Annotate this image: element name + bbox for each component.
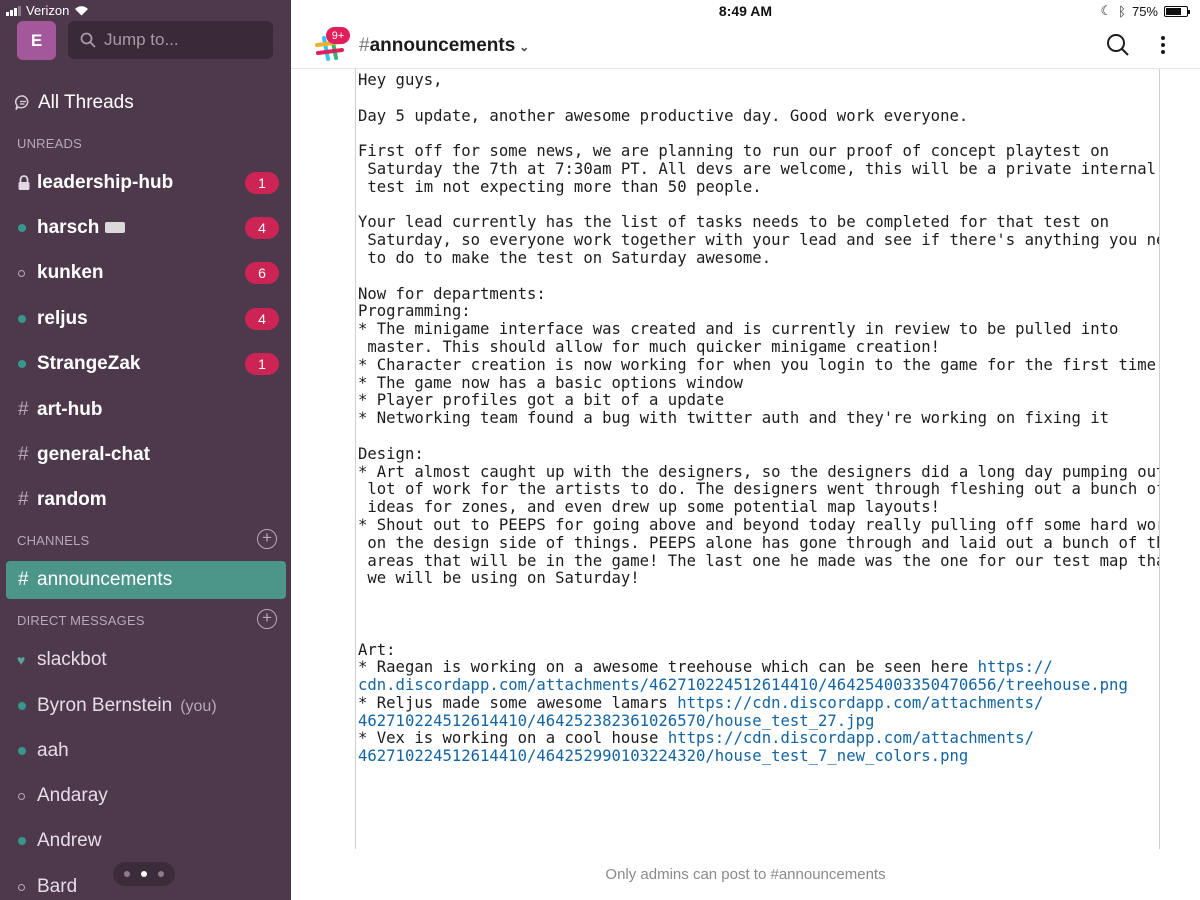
presence-away-icon [18, 792, 25, 800]
dm-name: reljus [37, 308, 88, 329]
channel-item-announcements[interactable]: # announcements [6, 561, 286, 599]
keyboard-emoji-icon [105, 222, 126, 234]
channels-section-label: CHANNELS [17, 533, 90, 548]
channel-item-leadership-hub[interactable]: leadership-hub 1 [17, 168, 279, 198]
presence-active-icon [18, 837, 26, 845]
dm-name: kunken [37, 262, 104, 283]
workspace-switcher[interactable]: E [17, 21, 56, 60]
add-channel-button[interactable]: + [257, 529, 277, 549]
unread-badge: 1 [245, 172, 279, 194]
message-body: Hey guys, Day 5 update, another awesome … [355, 69, 1160, 849]
lamars-link[interactable]: https://cdn.discordapp.com/attachments/ [677, 694, 1043, 712]
channel-item-general-chat[interactable]: # general-chat [17, 440, 279, 470]
dm-name: slackbot [37, 649, 107, 670]
notification-badge: 9+ [326, 27, 350, 44]
presence-away-icon [18, 883, 25, 891]
message-text: Hey guys, Day 5 update, another awesome … [358, 71, 1160, 766]
presence-active-icon [18, 360, 26, 368]
dm-item-aah[interactable]: aah [17, 736, 279, 766]
lamars-link-cont[interactable]: 462710224512614410/464252382361026570/ho… [358, 712, 874, 730]
unread-badge: 6 [245, 262, 279, 284]
carrier-label: Verizon [26, 3, 70, 18]
hash-icon: # [18, 444, 29, 465]
sidebar: Verizon E Jump to... All Threads UNREADS… [0, 0, 291, 900]
search-icon [80, 32, 96, 48]
main-panel: 8:49 AM ☾ ᛒ 75% 9+ #announcements ⌄ Hey g… [291, 0, 1200, 900]
unread-badge: 4 [245, 217, 279, 239]
hash-icon: # [18, 489, 29, 510]
treehouse-link[interactable]: https:// [978, 658, 1053, 676]
house-link[interactable]: https://cdn.discordapp.com/attachments/ [668, 729, 1034, 748]
chevron-down-icon: ⌄ [519, 40, 530, 54]
dm-item-byron-bernstein[interactable]: Byron Bernstein (you) [17, 691, 279, 721]
channel-name: art-hub [37, 399, 103, 420]
channel-hash: # [359, 35, 370, 56]
all-threads-label: All Threads [38, 92, 134, 113]
status-time: 8:49 AM [718, 3, 773, 19]
more-options-icon[interactable] [1158, 33, 1168, 57]
dm-item-harsch[interactable]: harsch 4 [17, 213, 279, 243]
unread-badge: 1 [245, 353, 279, 375]
dm-name: aah [37, 740, 69, 761]
page-indicator[interactable] [113, 862, 175, 886]
presence-away-icon [18, 269, 25, 277]
jump-to-search[interactable]: Jump to... [68, 21, 273, 59]
channel-name: general-chat [37, 444, 150, 465]
signal-icon [6, 5, 21, 16]
channel-name: random [37, 489, 107, 510]
dm-name: Andaray [37, 785, 108, 806]
wifi-icon [75, 6, 89, 16]
bluetooth-icon: ᛒ [1118, 3, 1126, 19]
jump-to-placeholder: Jump to... [104, 30, 179, 49]
unread-badge: 4 [245, 308, 279, 330]
presence-active-icon [18, 224, 26, 232]
dm-item-slackbot[interactable]: ♥ slackbot [17, 645, 279, 675]
heart-icon: ♥ [17, 652, 26, 668]
dm-item-strangezak[interactable]: StrangeZak 1 [17, 349, 279, 379]
all-threads-item[interactable]: All Threads [14, 90, 134, 116]
house-link-cont[interactable]: 462710224512614410/464252990103224320/ho… [358, 747, 968, 765]
channel-item-random[interactable]: # random [17, 485, 279, 515]
dm-item-reljus[interactable]: reljus 4 [17, 304, 279, 334]
channel-header-title[interactable]: #announcements ⌄ [359, 35, 529, 57]
dm-name: Andrew [37, 830, 102, 851]
dm-item-andrew[interactable]: Andrew [17, 826, 279, 856]
presence-active-icon [18, 747, 26, 755]
channel-name: announcements [37, 569, 173, 590]
hash-icon: # [18, 569, 29, 590]
dm-item-kunken[interactable]: kunken 6 [17, 258, 279, 288]
search-icon[interactable] [1106, 33, 1130, 57]
channel-item-art-hub[interactable]: # art-hub [17, 395, 279, 425]
lock-icon [18, 175, 30, 190]
status-bar-right: ☾ ᛒ 75% [1100, 3, 1190, 19]
threads-icon [14, 94, 32, 112]
admins-only-notice: Only admins can post to #announcements [605, 866, 886, 883]
dm-name: Byron Bernstein [37, 695, 173, 716]
battery-percent: 75% [1131, 3, 1158, 19]
hash-icon: # [18, 399, 29, 420]
moon-icon: ☾ [1100, 3, 1113, 18]
presence-active-icon [18, 702, 26, 710]
you-label: (you) [180, 698, 217, 715]
presence-active-icon [18, 315, 26, 323]
battery-icon [1164, 5, 1190, 17]
dm-name: StrangeZak [37, 353, 141, 374]
add-dm-button[interactable]: + [257, 609, 277, 629]
dm-name: harsch [37, 217, 100, 238]
dm-item-andaray[interactable]: Andaray [17, 781, 279, 811]
unreads-section-label: UNREADS [17, 136, 82, 151]
treehouse-link-cont[interactable]: cdn.discordapp.com/attachments/462710224… [358, 676, 1128, 694]
channel-title-name: announcements [369, 35, 516, 56]
channel-name: leadership-hub [37, 172, 174, 193]
direct-messages-section-label: DIRECT MESSAGES [17, 613, 145, 628]
status-bar-left: Verizon [6, 3, 89, 18]
